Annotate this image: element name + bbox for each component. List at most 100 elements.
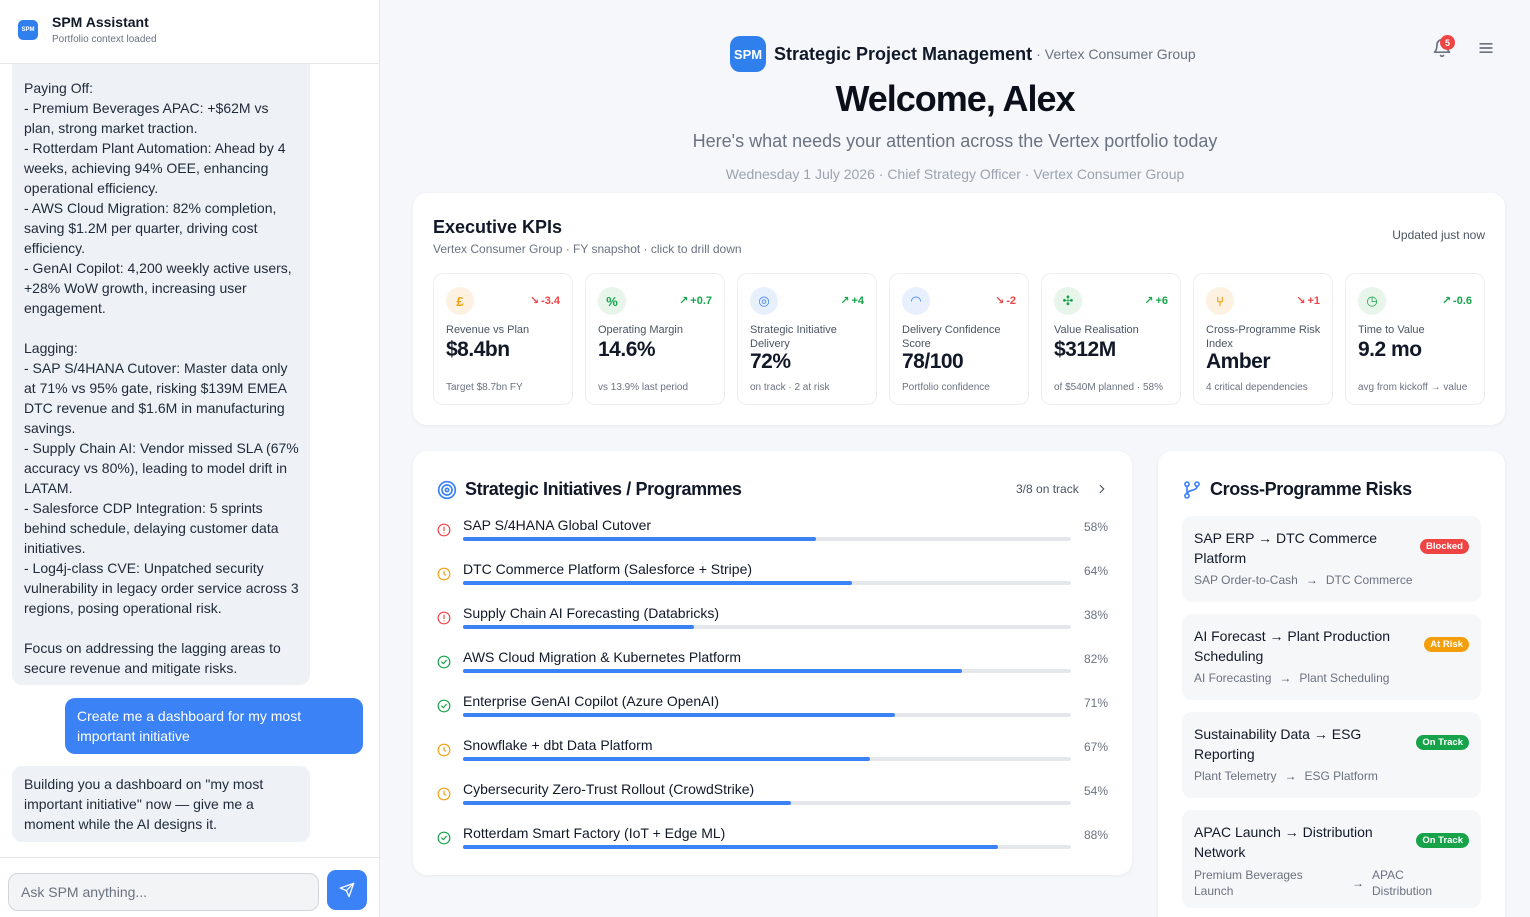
kpi-tile[interactable]: ◠ ↘ -2 Delivery Confidence Score 78/100 Portf… — [889, 273, 1029, 405]
risk-name: Sustainability Data → ESG Reporting — [1194, 726, 1362, 762]
kpi-delta-value: +1 — [1307, 294, 1320, 307]
progress-fill — [463, 669, 962, 673]
initiatives-card: Strategic Initiatives / Programmes 3/8 o… — [413, 451, 1132, 875]
initiative-percent: 38% — [1083, 608, 1108, 622]
initiative-row[interactable]: Snowflake + dbt Data Platform 67% — [413, 737, 1132, 781]
assistant-message: Paying Off: - Premium Beverages APAC: +$… — [12, 64, 310, 685]
chat-composer — [0, 857, 379, 917]
kpi-label: Value Realisation — [1054, 324, 1139, 336]
risk-item[interactable]: SAP ERP → DTC Commerce Platform Blocked SA… — [1182, 516, 1481, 602]
risk-target: APAC Distribution — [1372, 868, 1433, 898]
kpi-tile[interactable]: ✣ ↗ +6 Value Realisation $312M of $540M plann… — [1041, 273, 1181, 405]
initiative-name: Rotterdam Smart Factory (IoT + Edge ML) — [463, 825, 726, 841]
kpi-delta-value: +4 — [851, 294, 864, 307]
kpi-delta-value: -3.4 — [541, 294, 560, 307]
initiative-row[interactable]: Enterprise GenAI Copilot (Azure OpenAI) 7… — [413, 693, 1132, 737]
risk-status-badge: On Track — [1416, 735, 1469, 750]
kpi-value: $312M — [1054, 338, 1116, 361]
menu-icon[interactable] — [1476, 38, 1496, 58]
risk-name: APAC Launch → Distribution Network — [1194, 824, 1373, 860]
kpi-footnote: of $540M planned · 58% — [1054, 382, 1163, 393]
initiative-row[interactable]: Rotterdam Smart Factory (IoT + Edge ML) 8… — [413, 825, 1132, 869]
progress-track — [463, 801, 1071, 805]
percent-icon: % — [598, 287, 626, 315]
target-icon — [437, 480, 457, 500]
risk-dependency-flow: Premium Beverages Launch → APAC Distributi… — [1194, 867, 1464, 901]
kpi-tile[interactable]: ◷ ↗ -0.6 Time to Value 9.2 mo avg from kickof… — [1345, 273, 1485, 405]
kpi-footnote: avg from kickoff → value — [1358, 382, 1468, 393]
chat-panel: SPM SPM Assistant Portfolio context load… — [0, 0, 380, 917]
check-circle-icon — [437, 699, 451, 713]
risk-dependency-flow: SAP Order-to-Cash → DTC Commerce — [1194, 573, 1413, 587]
clock-icon — [437, 787, 451, 801]
org-name: Vertex Consumer Group — [1044, 46, 1196, 62]
risk-status-badge: On Track — [1416, 833, 1469, 848]
kpi-footnote: vs 13.9% last period — [598, 382, 689, 393]
initiative-percent: 64% — [1083, 564, 1108, 578]
branch-icon: ⑂ — [1206, 287, 1234, 315]
kpi-tile[interactable]: ◎ ↗ +4 Strategic Initiative Delivery 72% on t… — [737, 273, 877, 405]
target-icon: ◎ — [750, 287, 778, 315]
kpi-tile[interactable]: £ ↘ -3.4 Revenue vs Plan $8.4bn Target $8.7bn… — [433, 273, 573, 405]
initiative-name: Cybersecurity Zero-Trust Rollout (CrowdS… — [463, 781, 755, 797]
risk-item[interactable]: Sustainability Data → ESG Reporting On Tr… — [1182, 712, 1481, 798]
initiative-name: AWS Cloud Migration & Kubernetes Platfor… — [463, 649, 742, 665]
initiative-name: Supply Chain AI Forecasting (Databricks) — [463, 605, 719, 621]
initiative-row[interactable]: DTC Commerce Platform (Salesforce + Stri… — [413, 561, 1132, 605]
progress-track — [463, 713, 1071, 717]
trend-up-icon: ↗ — [1441, 295, 1452, 307]
chat-input[interactable] — [8, 873, 319, 911]
clock-icon — [437, 567, 451, 581]
send-button[interactable] — [327, 870, 367, 910]
arrow-right-icon: → — [1279, 671, 1292, 685]
initiative-name: DTC Commerce Platform (Salesforce + Stri… — [463, 561, 753, 577]
risk-name: AI Forecast → Plant Production Schedulin… — [1194, 628, 1391, 664]
risks-title: Cross-Programme Risks — [1210, 479, 1412, 499]
trend-up-icon: ↗ — [840, 295, 850, 307]
executive-kpis-card: Executive KPIs Vertex Consumer Group · F… — [413, 193, 1505, 425]
chevron-right-icon[interactable] — [1095, 482, 1109, 496]
kpi-value: 9.2 mo — [1358, 338, 1422, 361]
risk-item[interactable]: AI Forecast → Plant Production Schedulin… — [1182, 614, 1481, 700]
risk-status-badge: Blocked — [1420, 539, 1469, 554]
kpi-footnote: Portfolio confidence — [902, 382, 990, 393]
progress-fill — [463, 801, 792, 805]
trend-down-icon: ↘ — [995, 295, 1005, 307]
initiative-percent: 71% — [1083, 696, 1108, 710]
trend-up-icon: ↗ — [1144, 295, 1154, 307]
initiatives-title: Strategic Initiatives / Programmes — [465, 479, 742, 499]
initiative-row[interactable]: SAP S/4HANA Global Cutover 58% — [413, 517, 1132, 561]
chat-subtitle: Portfolio context loaded — [52, 34, 157, 45]
brand-separator: · — [1036, 46, 1041, 62]
progress-fill — [463, 845, 999, 849]
kpi-delta-value: +6 — [1155, 294, 1168, 307]
risk-dependency-flow: AI Forecasting → Plant Scheduling — [1194, 671, 1389, 685]
trend-down-icon: ↘ — [1296, 295, 1306, 307]
kpi-footnote: 4 critical dependencies — [1206, 382, 1308, 393]
progress-track — [463, 625, 1071, 629]
kpi-label: Cross-Programme Risk Index — [1206, 324, 1321, 350]
kpi-tile[interactable]: ⑂ ↘ +1 Cross-Programme Risk Index Amber 4 cri… — [1193, 273, 1333, 405]
kpi-delta: ↗ +6 — [1144, 294, 1168, 308]
assistant-message: Building you a dashboard on "my most imp… — [12, 766, 310, 842]
initiative-name: SAP S/4HANA Global Cutover — [463, 517, 652, 533]
initiatives-on-track-count[interactable]: 3/8 on track — [1016, 482, 1079, 496]
progress-track — [463, 757, 1071, 761]
risk-item[interactable]: APAC Launch → Distribution Network On Tra… — [1182, 810, 1481, 908]
risk-target: DTC Commerce — [1325, 573, 1413, 587]
git-branch-icon — [1184, 481, 1200, 499]
kpi-delta-value: +0.7 — [690, 294, 712, 307]
kpi-value: 72% — [750, 350, 791, 373]
risk-target: ESG Platform — [1304, 769, 1378, 783]
progress-fill — [463, 625, 695, 629]
arrow-right-icon: → — [1352, 876, 1364, 890]
initiative-row[interactable]: AWS Cloud Migration & Kubernetes Platfor… — [413, 649, 1132, 693]
kpi-delta-value: -0.6 — [1453, 294, 1472, 307]
kpi-delta: ↗ -0.6 — [1441, 294, 1472, 308]
kpi-value: 14.6% — [598, 338, 656, 361]
initiative-row[interactable]: Supply Chain AI Forecasting (Databricks)… — [413, 605, 1132, 649]
initiative-row[interactable]: Cybersecurity Zero-Trust Rollout (CrowdS… — [413, 781, 1132, 825]
kpi-tile[interactable]: % ↗ +0.7 Operating Margin 14.6% vs 13.9% last… — [585, 273, 725, 405]
kpi-delta: ↘ -3.4 — [530, 294, 560, 308]
initiative-percent: 58% — [1083, 520, 1108, 534]
